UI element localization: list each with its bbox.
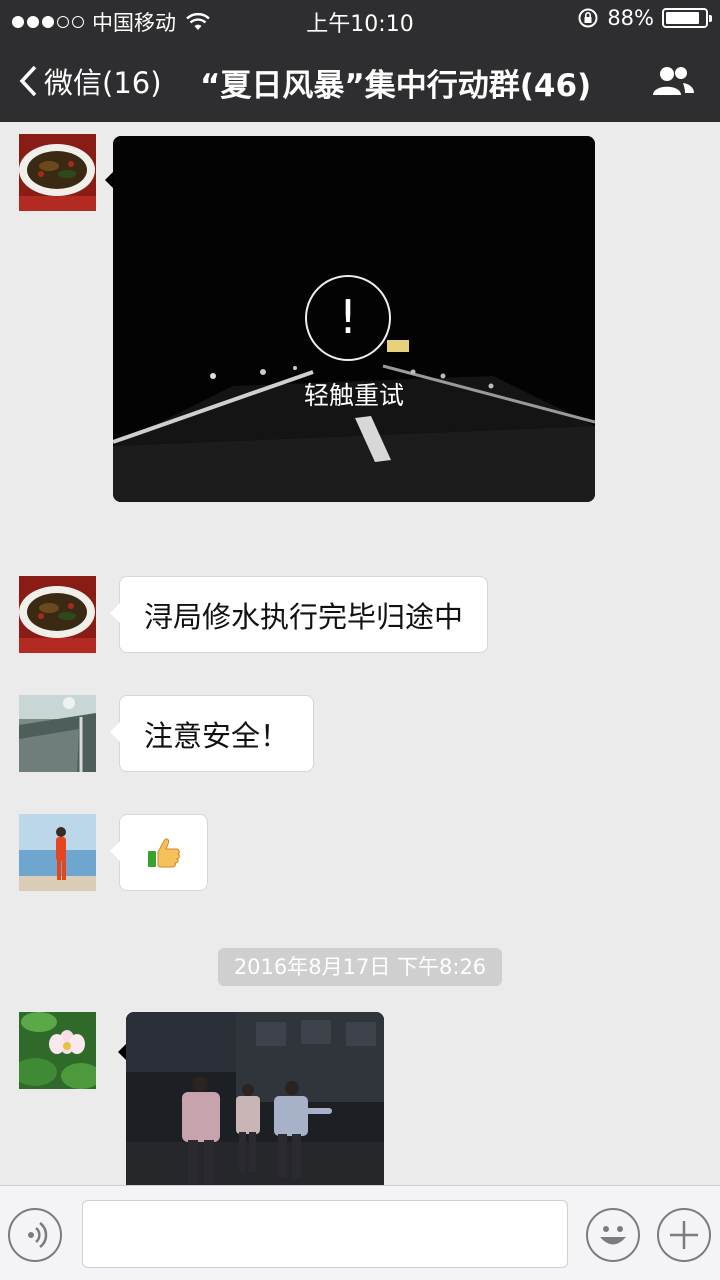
food-dish-avatar-image bbox=[19, 576, 96, 653]
thumbs-up-icon bbox=[147, 837, 180, 867]
message-input[interactable] bbox=[82, 1200, 568, 1268]
back-label: 微信(16) bbox=[44, 66, 162, 100]
status-bar: 中国移动 上午10:10 88% bbox=[0, 0, 720, 40]
chat-area[interactable]: ! 轻触重试 浔局修水执行完毕归途中 注意安全！ 2016年8月17日 下午8:… bbox=[0, 122, 720, 1185]
message-text: 浔局修水执行完毕归途中 bbox=[144, 599, 464, 634]
emoji-button[interactable] bbox=[586, 1208, 640, 1262]
food-dish-avatar-image bbox=[19, 134, 96, 211]
battery-icon bbox=[662, 8, 712, 28]
avatar[interactable] bbox=[19, 576, 96, 653]
retry-label[interactable]: 轻触重试 bbox=[113, 376, 595, 412]
lotus-avatar-image bbox=[19, 1012, 96, 1089]
top-bar: 中国移动 上午10:10 88% 微信(16) “夏日风暴”集中行动群(46) bbox=[0, 0, 720, 122]
message-timestamp: 2016年8月17日 下午8:26 bbox=[218, 948, 502, 986]
rotation-lock-icon bbox=[578, 8, 598, 28]
text-message-bubble[interactable]: 注意安全！ bbox=[109, 695, 315, 772]
chat-title: “夏日风暴”集中行动群(46) bbox=[200, 68, 592, 104]
warning-icon[interactable]: ! bbox=[305, 275, 391, 361]
navigation-bar: 微信(16) “夏日风暴”集中行动群(46) bbox=[0, 40, 720, 122]
image-message[interactable] bbox=[126, 1012, 384, 1185]
battery-percent: 88% bbox=[607, 6, 654, 30]
voice-input-button[interactable] bbox=[8, 1208, 62, 1262]
input-bar bbox=[0, 1185, 720, 1280]
avatar[interactable] bbox=[19, 1012, 96, 1089]
beach-person-avatar-image bbox=[19, 814, 96, 891]
text-message-bubble[interactable]: 浔局修水执行完毕归途中 bbox=[109, 576, 489, 653]
avatar[interactable] bbox=[19, 134, 96, 211]
avatar[interactable] bbox=[19, 814, 96, 891]
emoji-message-bubble[interactable] bbox=[110, 814, 208, 891]
plus-icon bbox=[670, 1221, 698, 1249]
back-button[interactable]: 微信(16) bbox=[18, 60, 162, 102]
smiley-icon bbox=[600, 1226, 626, 1245]
landscape-avatar-image bbox=[19, 695, 96, 772]
image-message-failed[interactable]: ! 轻触重试 bbox=[113, 136, 595, 502]
night-street-photo bbox=[126, 1012, 384, 1185]
chevron-left-icon bbox=[19, 65, 37, 97]
group-members-icon[interactable] bbox=[650, 64, 696, 98]
more-options-button[interactable] bbox=[657, 1208, 711, 1262]
voice-icon bbox=[28, 1222, 48, 1248]
message-text: 注意安全！ bbox=[144, 718, 290, 753]
avatar[interactable] bbox=[19, 695, 96, 772]
